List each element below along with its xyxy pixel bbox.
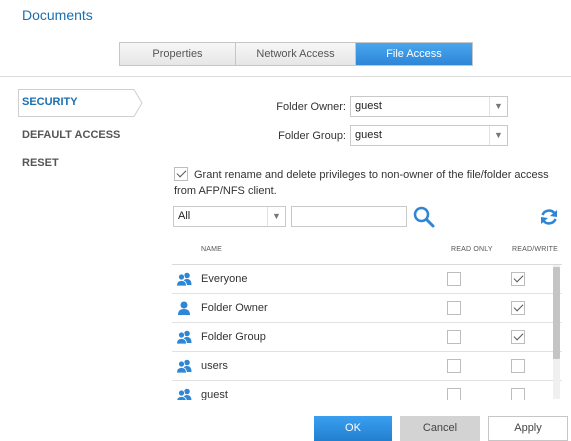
folder-owner-label: Folder Owner: (276, 101, 346, 113)
folder-group-value: guest (355, 129, 382, 141)
row-name: guest (201, 389, 228, 400)
folder-owner-select[interactable]: guest ▼ (350, 96, 508, 117)
read-write-checkbox[interactable] (511, 388, 525, 400)
tab-file-access[interactable]: File Access (356, 43, 472, 65)
sidebar-item-default-access[interactable]: DEFAULT ACCESS (22, 129, 120, 141)
group-icon (176, 272, 192, 287)
group-icon (176, 330, 192, 345)
cancel-button[interactable]: Cancel (400, 416, 480, 441)
row-name: Everyone (201, 273, 248, 285)
user-icon (176, 301, 192, 315)
group-icon (176, 359, 192, 374)
table-row: Everyone (172, 265, 562, 294)
table-scrollbar[interactable] (553, 265, 560, 399)
search-icon[interactable] (412, 205, 436, 229)
apply-button[interactable]: Apply (488, 416, 568, 441)
table-row: users (172, 352, 562, 381)
scroll-thumb[interactable] (553, 267, 560, 359)
table-row: guest (172, 381, 562, 400)
folder-group-label: Folder Group: (278, 130, 346, 142)
folder-group-select[interactable]: guest ▼ (350, 125, 508, 146)
tab-properties[interactable]: Properties (120, 43, 236, 65)
tab-network-access[interactable]: Network Access (236, 43, 356, 65)
column-header-read-only: READ ONLY (451, 246, 493, 253)
header-divider (0, 76, 571, 77)
folder-owner-value: guest (355, 100, 382, 112)
permissions-table: Everyone Folder Owner Folder Group users gue… (172, 264, 562, 400)
column-header-read-write: READ/WRITE (512, 246, 558, 253)
row-name: users (201, 360, 228, 372)
table-row: Folder Group (172, 323, 562, 352)
chevron-down-icon: ▼ (489, 126, 507, 145)
read-write-checkbox[interactable] (511, 359, 525, 373)
row-name: Folder Owner (201, 302, 268, 314)
read-write-checkbox[interactable] (511, 330, 525, 344)
group-icon (176, 388, 192, 400)
sidebar-item-security[interactable]: SECURITY (22, 96, 78, 108)
read-only-checkbox[interactable] (447, 388, 461, 400)
search-input[interactable] (291, 206, 407, 227)
read-only-checkbox[interactable] (447, 301, 461, 315)
filter-value: All (178, 210, 191, 222)
read-only-checkbox[interactable] (447, 359, 461, 373)
read-only-checkbox[interactable] (447, 272, 461, 286)
column-header-name: NAME (201, 246, 223, 253)
sidebar-item-reset[interactable]: RESET (22, 157, 59, 169)
chevron-down-icon: ▼ (489, 97, 507, 116)
grant-privileges-label: Grant rename and delete privileges to no… (174, 169, 549, 197)
tab-bar: Properties Network Access File Access (119, 42, 473, 66)
table-row: Folder Owner (172, 294, 562, 323)
read-write-checkbox[interactable] (511, 301, 525, 315)
refresh-icon[interactable] (539, 207, 559, 227)
ok-button[interactable]: OK (314, 416, 392, 441)
row-name: Folder Group (201, 331, 266, 343)
filter-select[interactable]: All ▼ (173, 206, 286, 227)
chevron-down-icon: ▼ (267, 207, 285, 226)
read-write-checkbox[interactable] (511, 272, 525, 286)
read-only-checkbox[interactable] (447, 330, 461, 344)
page-title: Documents (22, 7, 93, 23)
